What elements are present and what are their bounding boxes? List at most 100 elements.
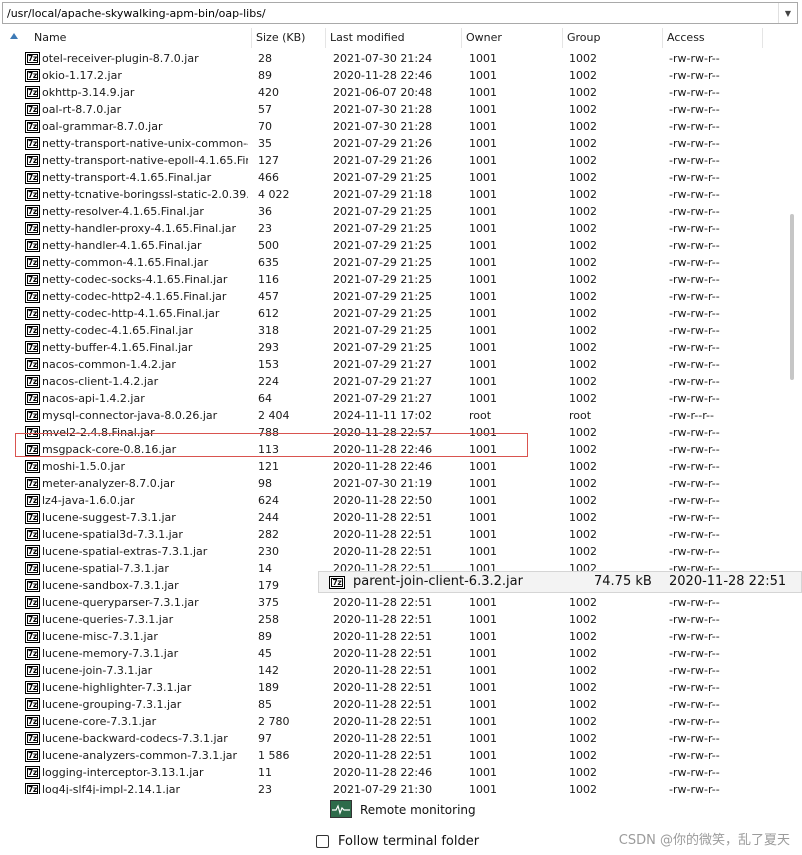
file-owner: 1001 (469, 188, 497, 201)
file-row[interactable]: 7z netty-transport-4.1.65.Final.jar 466 202… (0, 169, 790, 186)
file-row[interactable]: 7z netty-common-4.1.65.Final.jar 635 2021-0… (0, 254, 790, 271)
file-row[interactable]: 7z lucene-spatial-extras-7.3.1.jar 230 2020… (0, 543, 790, 560)
file-owner: 1001 (469, 749, 497, 762)
path-input[interactable] (3, 3, 782, 23)
scrollbar-thumb[interactable] (790, 214, 794, 380)
follow-terminal-checkbox[interactable] (316, 835, 329, 848)
file-row[interactable]: 7z netty-codec-http2-4.1.65.Final.jar 457 2… (0, 288, 790, 305)
file-row[interactable]: 7z lz4-java-1.6.0.jar 624 2020-11-28 22:50 1… (0, 492, 790, 509)
file-row[interactable]: 7z netty-codec-socks-4.1.65.Final.jar 116 2… (0, 271, 790, 288)
file-owner: 1001 (469, 324, 497, 337)
archive-file-icon: 7z (25, 290, 40, 303)
file-row[interactable]: 7z moshi-1.5.0.jar 121 2020-11-28 22:46 1001… (0, 458, 790, 475)
column-header-access[interactable]: Access (663, 28, 763, 48)
file-group: 1002 (569, 222, 597, 235)
file-owner: 1001 (469, 69, 497, 82)
file-row[interactable]: 7z netty-tcnative-boringssl-static-2.0.39… (0, 186, 790, 203)
file-owner: 1001 (469, 647, 497, 660)
tooltip-file-modified: 2020-11-28 22:51 (669, 574, 787, 589)
file-row[interactable]: 7z netty-handler-proxy-4.1.65.Final.jar 23… (0, 220, 790, 237)
file-row[interactable]: 7z okhttp-3.14.9.jar 420 2021-06-07 20:48 10… (0, 84, 790, 101)
file-modified: 2020-11-28 22:51 (333, 528, 433, 541)
file-size: 64 (258, 392, 272, 405)
archive-file-icon: 7z (25, 783, 40, 794)
file-row[interactable]: 7z lucene-memory-7.3.1.jar 45 2020-11-28 22… (0, 645, 790, 662)
file-row[interactable]: 7z nacos-client-1.4.2.jar 224 2021-07-29 21… (0, 373, 790, 390)
file-row[interactable]: 7z lucene-suggest-7.3.1.jar 244 2020-11-28 … (0, 509, 790, 526)
file-row[interactable]: 7z log4j-slf4j-impl-2.14.1.jar 23 2021-07-2… (0, 781, 790, 794)
file-row[interactable]: 7z lucene-join-7.3.1.jar 142 2020-11-28 22:… (0, 662, 790, 679)
file-access: -rw-rw-r-- (669, 188, 720, 201)
file-row[interactable]: 7z mysql-connector-java-8.0.26.jar 2 404 20… (0, 407, 790, 424)
column-header-size[interactable]: Size (KB) (252, 28, 326, 48)
file-row[interactable]: 7z netty-buffer-4.1.65.Final.jar 293 2021-0… (0, 339, 790, 356)
file-row[interactable]: 7z netty-handler-4.1.65.Final.jar 500 2021-… (0, 237, 790, 254)
file-name: nacos-client-1.4.2.jar (42, 375, 159, 388)
file-group: 1002 (569, 256, 597, 269)
file-row[interactable]: 7z lucene-spatial3d-7.3.1.jar 282 2020-11-2… (0, 526, 790, 543)
file-modified: 2021-07-29 21:25 (333, 239, 433, 252)
file-row[interactable]: 7z okio-1.17.2.jar 89 2020-11-28 22:46 1001 1… (0, 67, 790, 84)
file-access: -rw-rw-r-- (669, 324, 720, 337)
file-name: lucene-queries-7.3.1.jar (42, 613, 174, 626)
tooltip-file-name: parent-join-client-6.3.2.jar (353, 574, 523, 589)
file-modified: 2020-11-28 22:51 (333, 681, 433, 694)
path-dropdown-icon[interactable]: ▼ (778, 3, 797, 23)
file-row[interactable]: 7z lucene-highlighter-7.3.1.jar 189 2020-11… (0, 679, 790, 696)
file-row[interactable]: 7z netty-codec-4.1.65.Final.jar 318 2021-07… (0, 322, 790, 339)
archive-file-icon: 7z (25, 613, 40, 626)
archive-file-icon: 7z (25, 426, 40, 439)
column-header-owner[interactable]: Owner (462, 28, 563, 48)
file-name: mvel2-2.4.8.Final.jar (42, 426, 155, 439)
file-row[interactable]: 7z msgpack-core-0.8.16.jar 113 2020-11-28 2… (0, 441, 790, 458)
file-row[interactable]: 7z lucene-core-7.3.1.jar 2 780 2020-11-28 2… (0, 713, 790, 730)
tooltip-file-size: 74.75 kB (594, 574, 652, 589)
file-row[interactable]: 7z oal-grammar-8.7.0.jar 70 2021-07-30 21:2… (0, 118, 790, 135)
file-size: 70 (258, 120, 272, 133)
file-row[interactable]: 7z netty-transport-native-unix-common-4..… (0, 135, 790, 152)
file-row[interactable]: 7z netty-codec-http-4.1.65.Final.jar 612 20… (0, 305, 790, 322)
sort-ascending-icon[interactable] (10, 33, 18, 39)
file-row[interactable]: 7z lucene-misc-7.3.1.jar 89 2020-11-28 22:5… (0, 628, 790, 645)
file-owner: 1001 (469, 375, 497, 388)
file-row[interactable]: 7z mvel2-2.4.8.Final.jar 788 2020-11-28 22:… (0, 424, 790, 441)
file-name: netty-resolver-4.1.65.Final.jar (42, 205, 204, 218)
file-group: root (569, 409, 592, 422)
file-row[interactable]: 7z lucene-grouping-7.3.1.jar 85 2020-11-28 … (0, 696, 790, 713)
column-header-group[interactable]: Group (563, 28, 663, 48)
archive-file-icon: 7z (25, 86, 40, 99)
follow-terminal-label: Follow terminal folder (338, 834, 480, 849)
file-owner: 1001 (469, 681, 497, 694)
column-header-row: Name Size (KB) Last modified Owner Group… (0, 28, 790, 48)
file-row[interactable]: 7z lucene-queries-7.3.1.jar 258 2020-11-28 … (0, 611, 790, 628)
vertical-scrollbar[interactable] (787, 28, 800, 794)
file-row[interactable]: 7z meter-analyzer-8.7.0.jar 98 2021-07-30 2… (0, 475, 790, 492)
file-row[interactable]: 7z lucene-backward-codecs-7.3.1.jar 97 2020… (0, 730, 790, 747)
file-row[interactable]: 7z lucene-queryparser-7.3.1.jar 375 2020-11… (0, 594, 790, 611)
file-list[interactable]: Name Size (KB) Last modified Owner Group… (0, 28, 802, 794)
file-owner: 1001 (469, 494, 497, 507)
file-row[interactable]: 7z netty-resolver-4.1.65.Final.jar 36 2021-… (0, 203, 790, 220)
file-row[interactable]: 7z lucene-analyzers-common-7.3.1.jar 1 586… (0, 747, 790, 764)
archive-file-icon: 7z (25, 188, 40, 201)
file-name: netty-codec-socks-4.1.65.Final.jar (42, 273, 228, 286)
archive-file-icon: 7z (25, 443, 40, 456)
file-access: -rw-rw-r-- (669, 52, 720, 65)
file-name: netty-common-4.1.65.Final.jar (42, 256, 209, 269)
archive-file-icon: 7z (25, 494, 40, 507)
file-name: lucene-spatial3d-7.3.1.jar (42, 528, 183, 541)
file-size: 97 (258, 732, 272, 745)
path-bar[interactable]: ▼ (2, 2, 798, 24)
file-row[interactable]: 7z nacos-common-1.4.2.jar 153 2021-07-29 21… (0, 356, 790, 373)
file-name: meter-analyzer-8.7.0.jar (42, 477, 175, 490)
file-name: nacos-api-1.4.2.jar (42, 392, 145, 405)
file-row[interactable]: 7z nacos-api-1.4.2.jar 64 2021-07-29 21:27 1… (0, 390, 790, 407)
file-row[interactable]: 7z netty-transport-native-epoll-4.1.65.Fi… (0, 152, 790, 169)
column-header-name[interactable]: Name (30, 28, 252, 48)
file-row[interactable]: 7z otel-receiver-plugin-8.7.0.jar 28 2021-0… (0, 50, 790, 67)
column-header-modified[interactable]: Last modified (326, 28, 462, 48)
archive-file-icon: 7z (25, 273, 40, 286)
file-size: 189 (258, 681, 279, 694)
file-row[interactable]: 7z logging-interceptor-3.13.1.jar 11 2020-1… (0, 764, 790, 781)
file-row[interactable]: 7z oal-rt-8.7.0.jar 57 2021-07-30 21:28 1001… (0, 101, 790, 118)
